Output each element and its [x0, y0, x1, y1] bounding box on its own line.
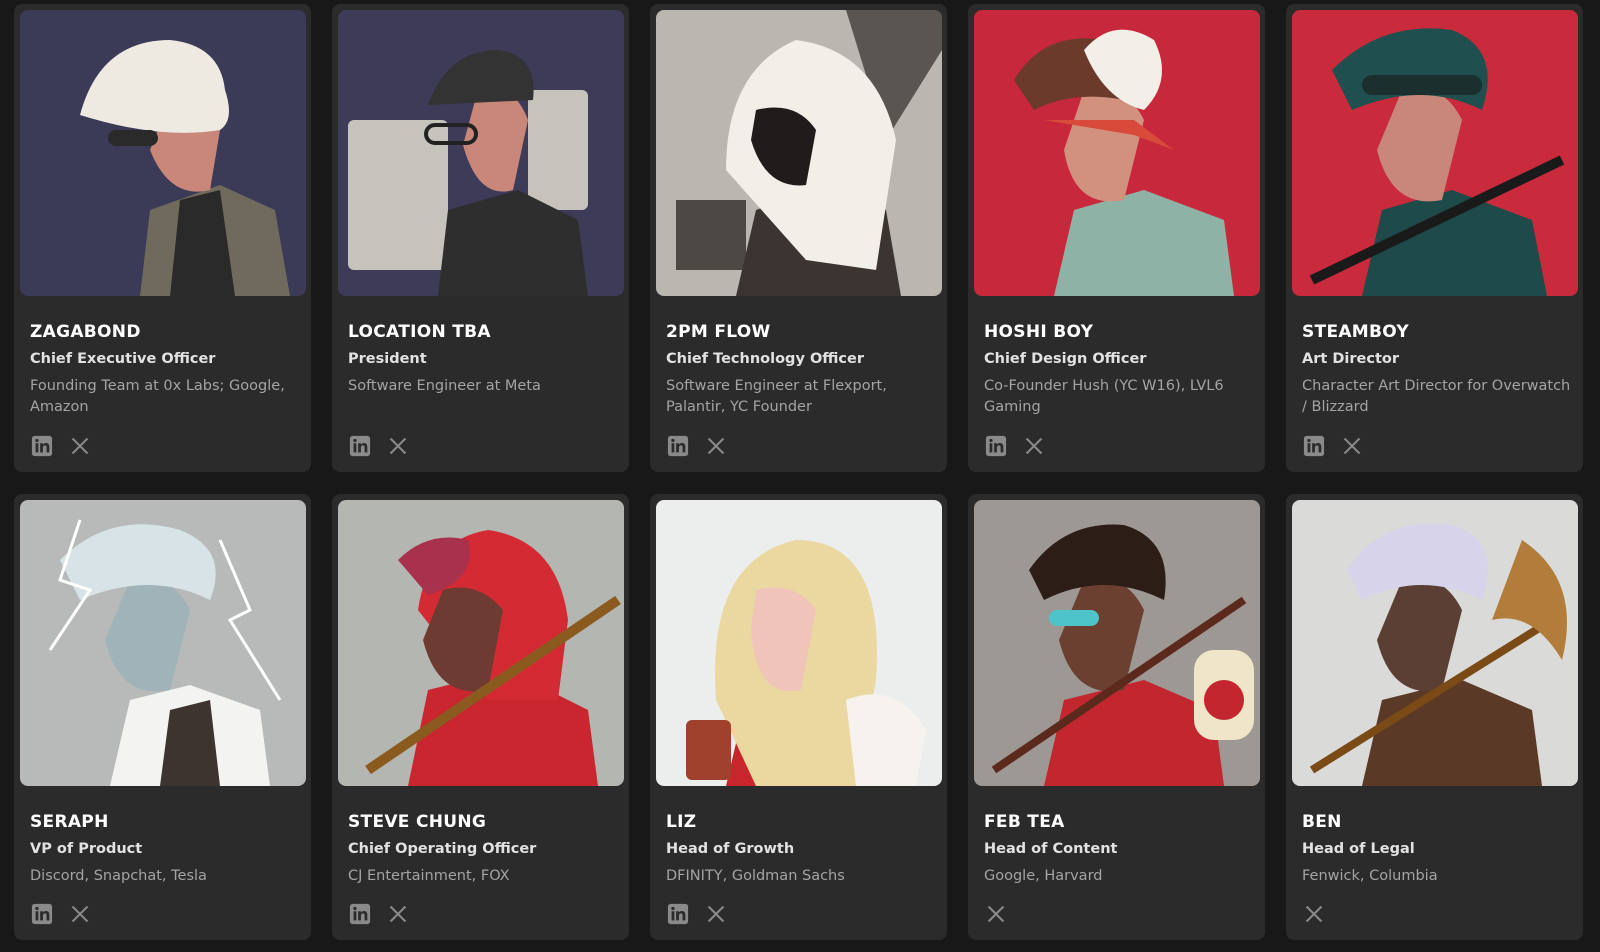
member-name: SERAPH: [30, 812, 109, 832]
team-card-zagabond: ZAGABOND Chief Executive Officer Foundin…: [14, 4, 311, 472]
portrait-image: [656, 10, 942, 296]
linkedin-icon[interactable]: [666, 434, 690, 458]
team-card-location-tba: LOCATION TBA President Software Engineer…: [332, 4, 629, 472]
member-name: 2PM FLOW: [666, 322, 771, 342]
social-links: [1302, 902, 1326, 926]
member-name: HOSHI BOY: [984, 322, 1094, 342]
member-bio: DFINITY, Goldman Sachs: [666, 868, 845, 884]
x-icon[interactable]: [386, 434, 410, 458]
member-name: BEN: [1302, 812, 1342, 832]
member-bio: Character Art Director for Overwatch / B…: [1302, 378, 1571, 415]
social-links: [30, 902, 92, 926]
x-icon[interactable]: [68, 434, 92, 458]
member-bio: Software Engineer at Flexport, Palantir,…: [666, 378, 887, 415]
member-bio: Fenwick, Columbia: [1302, 868, 1438, 884]
member-bio: Discord, Snapchat, Tesla: [30, 868, 207, 884]
member-role: VP of Product: [30, 841, 143, 857]
team-card-seraph: SERAPH VP of Product Discord, Snapchat, …: [14, 494, 311, 940]
portrait-image: [974, 500, 1260, 786]
x-icon[interactable]: [1340, 434, 1364, 458]
team-grid: ZAGABOND Chief Executive Officer Foundin…: [0, 0, 1600, 952]
team-card-feb-tea: FEB TEA Head of Content Google, Harvard: [968, 494, 1265, 940]
linkedin-icon[interactable]: [1302, 434, 1326, 458]
member-name: LIZ: [666, 812, 697, 832]
social-links: [1302, 434, 1364, 458]
linkedin-icon[interactable]: [666, 902, 690, 926]
portrait-image: [974, 10, 1260, 296]
linkedin-icon[interactable]: [348, 902, 372, 926]
linkedin-icon[interactable]: [348, 434, 372, 458]
social-links: [984, 434, 1046, 458]
member-role: Chief Operating Officer: [348, 841, 537, 857]
x-icon[interactable]: [1022, 434, 1046, 458]
portrait-image: [338, 10, 624, 296]
member-name: STEVE CHUNG: [348, 812, 487, 832]
member-bio: Software Engineer at Meta: [348, 378, 541, 394]
linkedin-icon[interactable]: [30, 902, 54, 926]
member-name: LOCATION TBA: [348, 322, 491, 342]
social-links: [348, 902, 410, 926]
social-links: [348, 434, 410, 458]
team-card-liz: LIZ Head of Growth DFINITY, Goldman Sach…: [650, 494, 947, 940]
team-card-steamboy: STEAMBOY Art Director Character Art Dire…: [1286, 4, 1583, 472]
social-links: [666, 434, 728, 458]
member-role: Chief Design Officer: [984, 351, 1147, 367]
social-links: [666, 902, 728, 926]
x-icon[interactable]: [68, 902, 92, 926]
x-icon[interactable]: [704, 902, 728, 926]
member-bio: Google, Harvard: [984, 868, 1103, 884]
member-role: Art Director: [1302, 351, 1399, 367]
member-role: Head of Legal: [1302, 841, 1415, 857]
member-bio: CJ Entertainment, FOX: [348, 868, 510, 884]
member-role: Chief Executive Officer: [30, 351, 216, 367]
member-role: Head of Growth: [666, 841, 795, 857]
linkedin-icon[interactable]: [30, 434, 54, 458]
team-card-steve-chung: STEVE CHUNG Chief Operating Officer CJ E…: [332, 494, 629, 940]
x-icon[interactable]: [704, 434, 728, 458]
x-icon[interactable]: [984, 902, 1008, 926]
member-bio: Co-Founder Hush (YC W16), LVL6 Gaming: [984, 378, 1224, 415]
member-name: ZAGABOND: [30, 322, 141, 342]
portrait-image: [656, 500, 942, 786]
member-role: Head of Content: [984, 841, 1118, 857]
portrait-image: [1292, 10, 1578, 296]
member-role: Chief Technology Officer: [666, 351, 865, 367]
x-icon[interactable]: [1302, 902, 1326, 926]
portrait-image: [20, 10, 306, 296]
x-icon[interactable]: [386, 902, 410, 926]
social-links: [984, 902, 1008, 926]
social-links: [30, 434, 92, 458]
member-name: STEAMBOY: [1302, 322, 1410, 342]
team-card-hoshi-boy: HOSHI BOY Chief Design Officer Co-Founde…: [968, 4, 1265, 472]
linkedin-icon[interactable]: [984, 434, 1008, 458]
member-role: President: [348, 351, 427, 367]
member-name: FEB TEA: [984, 812, 1065, 832]
portrait-image: [338, 500, 624, 786]
team-card-2pm-flow: 2PM FLOW Chief Technology Officer Softwa…: [650, 4, 947, 472]
member-bio: Founding Team at 0x Labs; Google, Amazon: [30, 378, 285, 415]
portrait-image: [1292, 500, 1578, 786]
team-card-ben: BEN Head of Legal Fenwick, Columbia: [1286, 494, 1583, 940]
portrait-image: [20, 500, 306, 786]
